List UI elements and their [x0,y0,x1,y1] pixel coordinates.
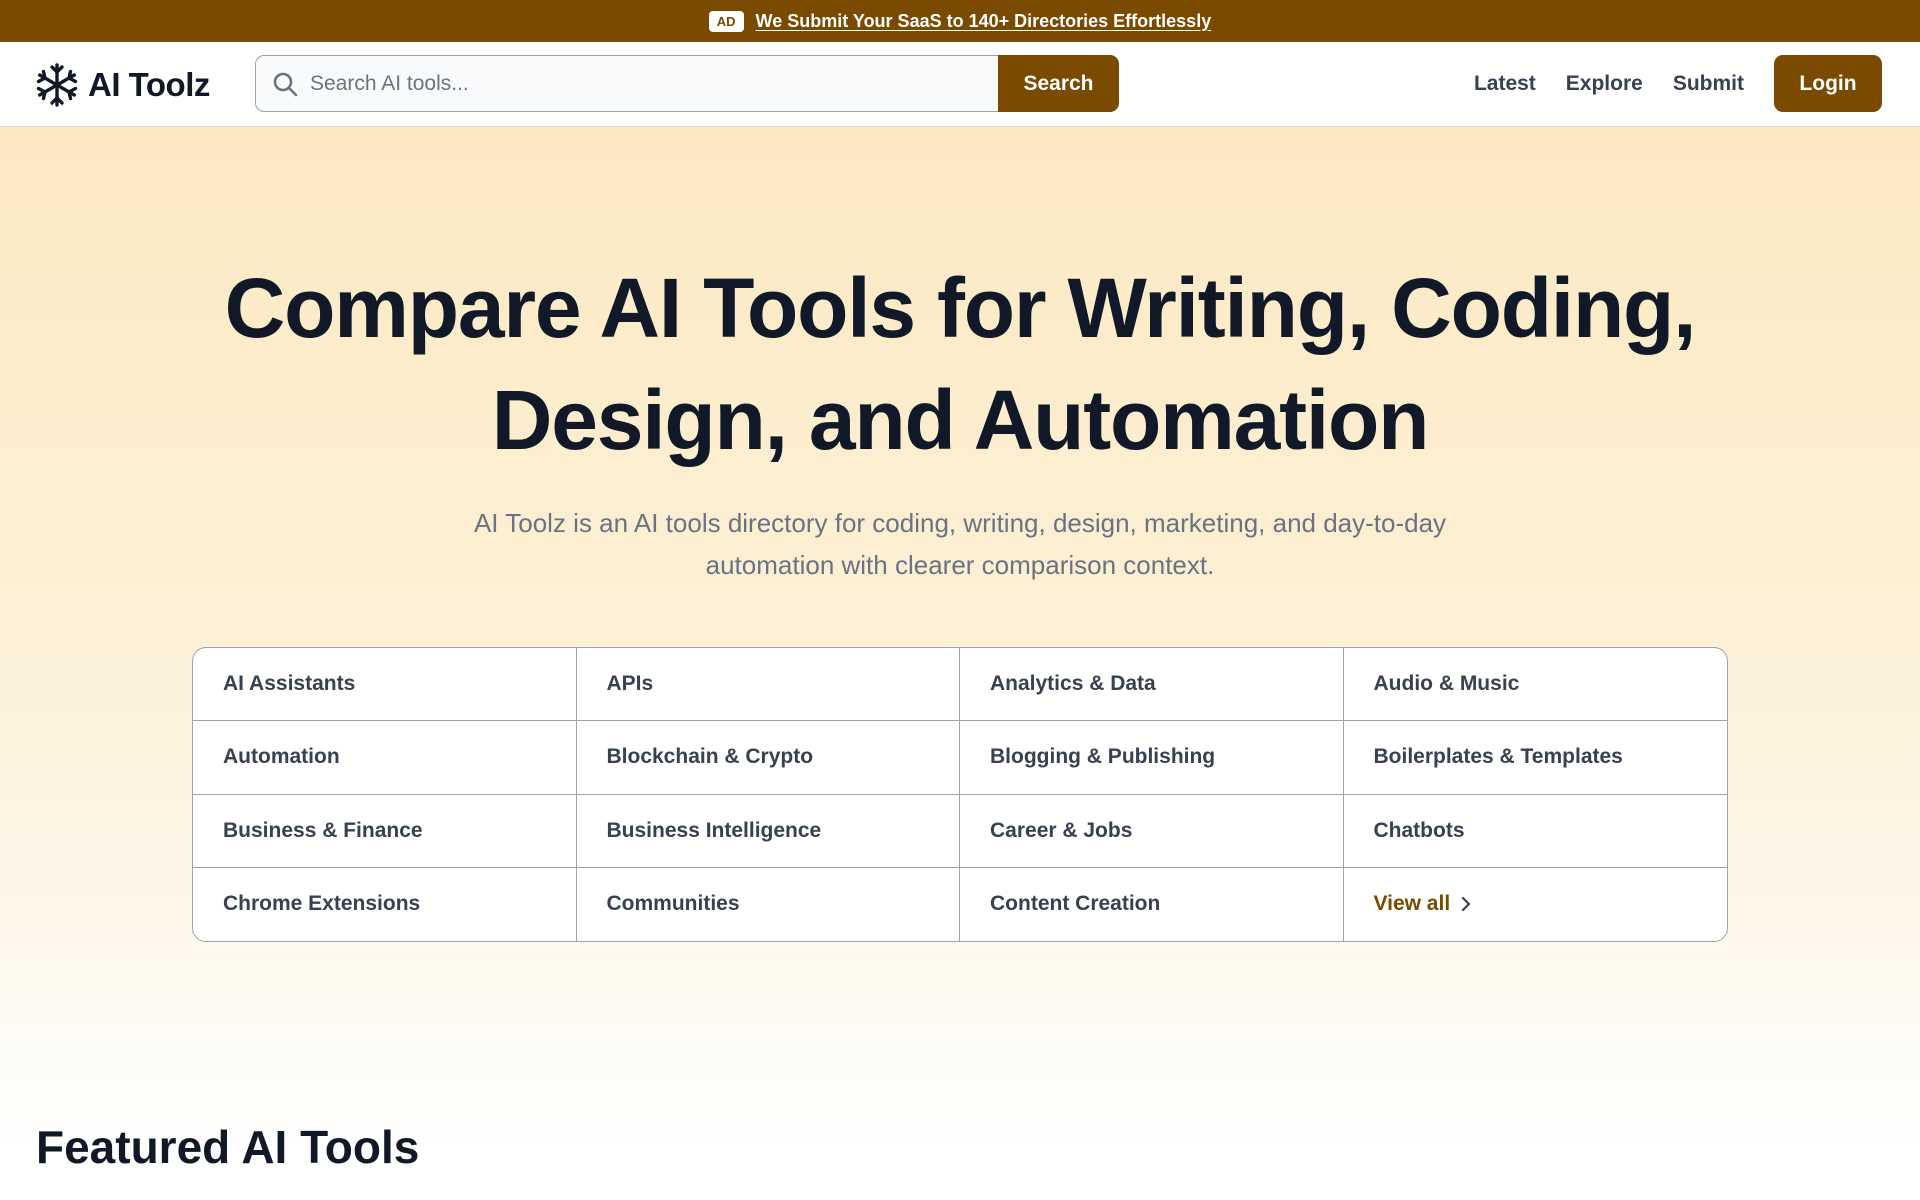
hero-title-line-2: Design, and Automation [491,373,1430,467]
chevron-right-icon [1462,897,1471,912]
hero-subtitle: AI Toolz is an AI tools directory for co… [473,508,1447,580]
ad-banner: AD We Submit Your SaaS to 140+ Directori… [0,0,1920,42]
category-link[interactable]: Chrome Extensions [193,867,577,941]
ad-link[interactable]: We Submit Your SaaS to 140+ Directories … [756,11,1212,32]
nav-latest[interactable]: Latest [1474,72,1536,96]
nav-submit[interactable]: Submit [1673,72,1744,96]
category-link[interactable]: Business Intelligence [576,794,960,868]
category-link[interactable]: Blockchain & Crypto [576,721,960,795]
ad-badge: AD [708,10,744,32]
category-link[interactable]: Chatbots [1343,795,1727,868]
category-link[interactable]: APIs [576,648,960,722]
search-box [255,55,998,112]
main-nav: Latest Explore Submit Login [1444,55,1882,112]
search-form: Search [255,55,1119,112]
view-all-label: View all [1373,892,1451,916]
search-icon [273,72,298,96]
login-button[interactable]: Login [1774,55,1882,112]
site-header: AI Toolz Search Latest Explore Submit Lo… [0,42,1920,127]
category-link[interactable]: Business & Finance [193,794,577,868]
category-link[interactable]: Career & Jobs [960,794,1344,868]
snowflake-icon [36,63,78,107]
search-button[interactable]: Search [998,55,1119,112]
logo-text: AI Toolz [88,66,210,103]
hero-title: Compare AI Tools for Writing, Coding, De… [0,252,1920,476]
hero-title-line-1: Compare AI Tools for Writing, Coding, [224,261,1697,355]
featured-section-title: Featured AI Tools [36,1121,420,1173]
logo[interactable]: AI Toolz [34,62,210,108]
category-link[interactable]: Automation [193,721,577,795]
hero-section: Compare AI Tools for Writing, Coding, De… [0,127,1920,1200]
category-grid: AI Assistants APIs Analytics & Data Audi… [192,647,1728,942]
category-link[interactable]: Analytics & Data [960,648,1344,722]
nav-explore[interactable]: Explore [1566,72,1643,96]
category-link[interactable]: AI Assistants [193,648,577,722]
category-link[interactable]: Content Creation [960,867,1344,941]
category-link[interactable]: Blogging & Publishing [960,721,1344,795]
view-all-link[interactable]: View all [1344,868,1728,941]
search-input[interactable] [310,71,998,96]
category-link[interactable]: Communities [577,867,960,941]
category-link[interactable]: Audio & Music [1343,648,1727,722]
category-link[interactable]: Boilerplates & Templates [1343,721,1727,795]
